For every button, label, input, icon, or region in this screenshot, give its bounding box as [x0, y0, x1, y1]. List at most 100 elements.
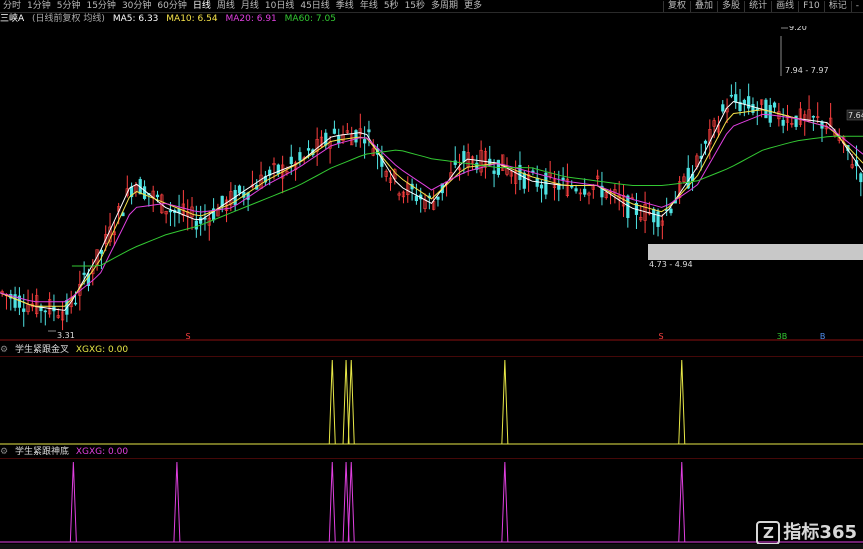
candle-body — [522, 172, 526, 189]
indicator-spike — [347, 359, 355, 445]
tab-3[interactable]: 15分钟 — [83, 0, 118, 12]
tab-10[interactable]: 45日线 — [297, 0, 332, 12]
indicator-spike — [678, 461, 686, 543]
tab-6[interactable]: 日线 — [190, 0, 214, 12]
candle-body — [729, 94, 733, 97]
toolbar-button-0[interactable]: 复权 — [663, 1, 690, 12]
candle-body — [306, 148, 311, 151]
tab-4[interactable]: 30分钟 — [119, 0, 154, 12]
tab-12[interactable]: 年线 — [357, 0, 381, 12]
tab-15[interactable]: 多周期 — [428, 0, 461, 12]
candle-body — [734, 94, 738, 103]
indicator1-header: ⚙ 学生紧跟金叉 XGXG: 0.00 — [0, 345, 132, 356]
signal-marker: S — [186, 332, 191, 341]
toolbar-button-4[interactable]: 画线 — [771, 1, 798, 12]
tab-1[interactable]: 1分钟 — [24, 0, 54, 12]
indicator-spike — [69, 461, 77, 543]
low-price-label: 3.31 — [57, 331, 75, 340]
candle-body — [289, 156, 293, 165]
indicator2-chart[interactable] — [0, 458, 863, 544]
candle-body — [155, 194, 160, 198]
lower-range-label: 4.73 - 4.94 — [649, 260, 693, 269]
candle-body — [324, 132, 328, 146]
candle-body — [194, 220, 198, 230]
candle-body — [811, 115, 815, 118]
candle-body — [354, 130, 358, 143]
ma20-value: MA20: 6.91 — [225, 14, 277, 24]
indicator2-header: ⚙ 学生紧跟神底 XGXG: 0.00 — [0, 447, 132, 458]
tab-14[interactable]: 15秒 — [402, 0, 428, 12]
toolbar-button-7[interactable]: - — [850, 1, 863, 12]
indicator1-title: 学生紧跟金叉 — [14, 345, 69, 355]
candle-body — [747, 96, 751, 109]
candle-body — [276, 164, 280, 174]
gear-icon[interactable]: ⚙ — [0, 447, 8, 457]
candle-body — [142, 186, 147, 199]
candle-body — [436, 196, 440, 200]
tab-8[interactable]: 月线 — [238, 0, 262, 12]
tab-5[interactable]: 60分钟 — [154, 0, 189, 12]
indicator1-chart[interactable] — [0, 356, 863, 446]
right-range-label: 7.64 — [848, 111, 863, 120]
candle-body — [539, 184, 544, 189]
indicator-spike — [678, 359, 686, 445]
bottom-status-bar — [0, 544, 863, 549]
tab-0[interactable]: 分时 — [0, 0, 24, 12]
ma-line-ma10 — [0, 109, 863, 307]
candle-body — [772, 102, 777, 108]
candle-body — [73, 302, 78, 305]
candle-body — [570, 185, 574, 188]
candle-body — [22, 308, 26, 312]
candle-body — [652, 208, 656, 223]
tab-13[interactable]: 5秒 — [381, 0, 402, 12]
candle-body — [574, 188, 578, 192]
candle-body — [237, 185, 242, 194]
toolbar-button-3[interactable]: 统计 — [744, 1, 771, 12]
candle-body — [583, 188, 587, 195]
candle-body — [859, 173, 863, 183]
indicator-spike — [328, 359, 336, 445]
indicator1-value: XGXG: 0.00 — [75, 345, 129, 355]
candle-body — [669, 208, 673, 214]
indicator-spike — [501, 461, 509, 543]
candle-body — [414, 195, 418, 202]
toolbar-button-6[interactable]: 标记 — [823, 1, 851, 12]
tab-11[interactable]: 季线 — [333, 0, 357, 12]
toolbar-button-2[interactable]: 多股 — [717, 1, 744, 12]
ma60-value: MA60: 7.05 — [284, 14, 336, 24]
watermark-text: 指标365 — [783, 522, 857, 543]
candle-body — [168, 210, 173, 213]
indicator-spike — [328, 461, 336, 543]
indicator-spike — [173, 461, 181, 543]
main-kline-chart[interactable]: 9.20 7.94 - 7.97 7.64 4.73 - 4.94 3.31 S S 3B B — [0, 26, 863, 341]
tab-7[interactable]: 周线 — [214, 0, 238, 12]
gear-icon[interactable]: ⚙ — [0, 345, 8, 355]
candle-body — [462, 151, 466, 162]
stock-name: 三峡A — [0, 14, 25, 24]
candle-body — [626, 195, 630, 218]
indicator2-title: 学生紧跟神底 — [14, 447, 69, 457]
signal-marker: 3B — [777, 332, 788, 341]
signal-marker: B — [820, 332, 826, 341]
watermark-logo: Z — [756, 521, 781, 545]
tab-2[interactable]: 5分钟 — [54, 0, 84, 12]
ma-info-bar: 三峡A (日线前复权 均线) MA5: 6.33 MA10: 6.54 MA20… — [0, 13, 863, 25]
candle-body — [721, 104, 725, 112]
period-tabs: 分时 1分钟 5分钟 15分钟 30分钟 60分钟 日线 周线 月线 10日线 45日线 季线 年线 5秒… — [0, 0, 485, 11]
candle-body — [781, 119, 785, 126]
ma10-value: MA10: 6.54 — [166, 14, 218, 24]
tab-9[interactable]: 10日线 — [262, 0, 297, 12]
candle-body — [332, 128, 337, 134]
candle-body — [768, 104, 772, 123]
indicator-spike — [342, 359, 350, 445]
toolbar-button-1[interactable]: 叠加 — [690, 1, 717, 12]
signal-marker: S — [658, 332, 663, 341]
period-toolbar: 分时 1分钟 5分钟 15分钟 30分钟 60分钟 日线 周线 月线 10日线 45日线 季线 年线 5秒… — [0, 0, 863, 13]
toolbar-button-5[interactable]: F10 — [798, 1, 824, 12]
tab-16[interactable]: 更多 — [461, 0, 485, 12]
candle-body — [43, 310, 47, 313]
chart-mode: (日线前复权 均线) — [32, 14, 105, 24]
candle-body — [561, 177, 565, 181]
indicator2-value: XGXG: 0.00 — [75, 447, 129, 457]
candle-body — [492, 170, 496, 174]
